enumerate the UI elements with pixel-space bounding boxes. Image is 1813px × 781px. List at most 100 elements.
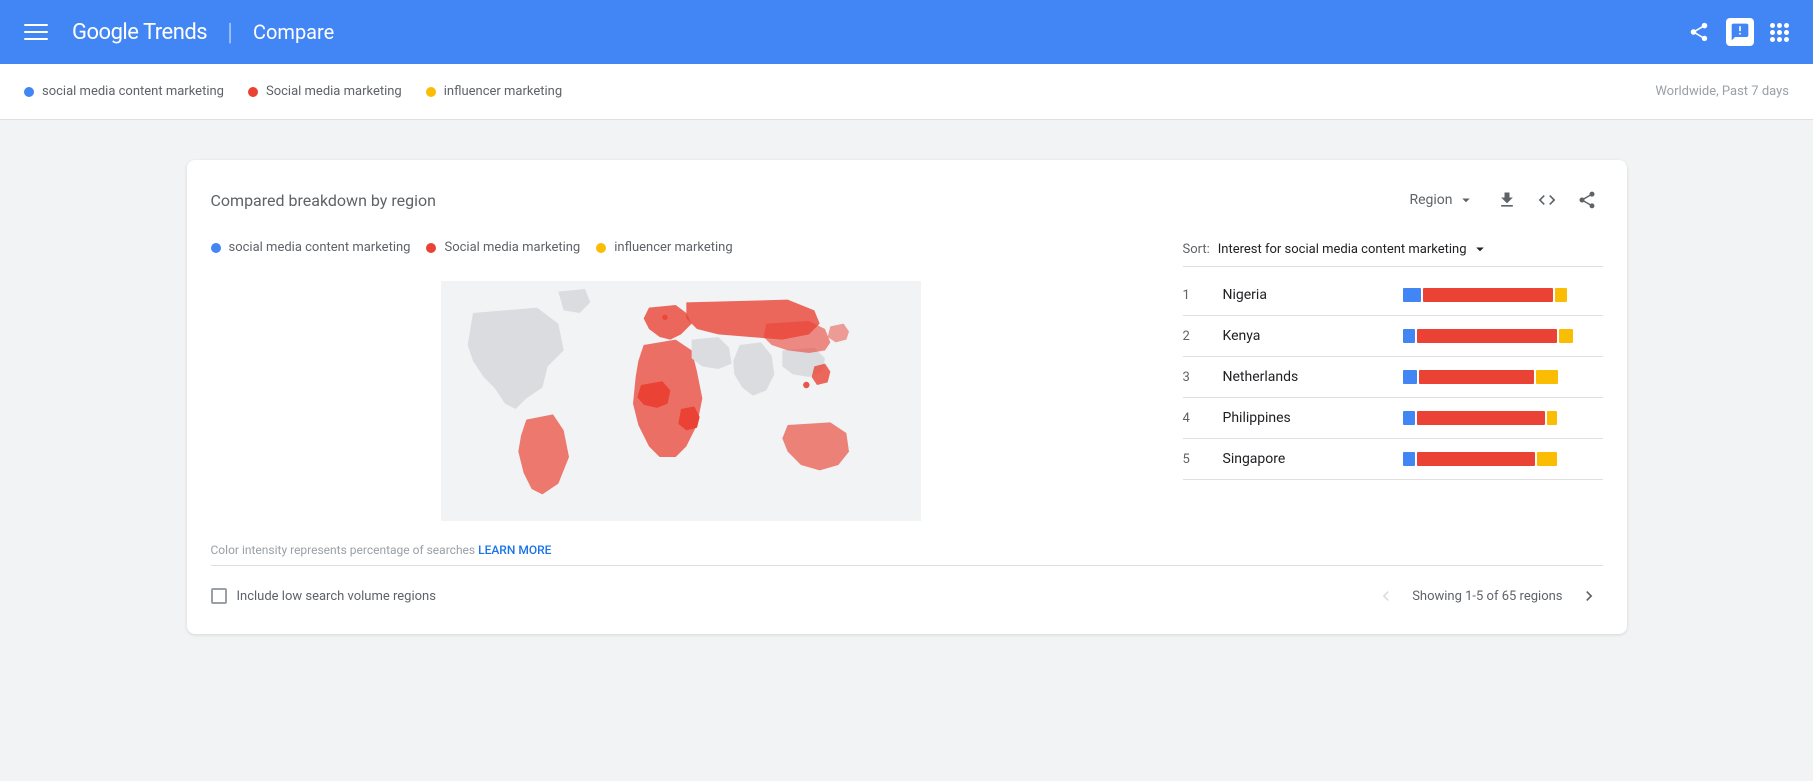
country-name: Kenya [1223, 328, 1387, 344]
sort-chevron-icon [1471, 240, 1489, 258]
bar-segment-yellow [1547, 411, 1557, 425]
code-icon [1537, 190, 1557, 210]
map-legend-dot-3 [596, 243, 606, 253]
bar-segment-yellow [1536, 370, 1558, 384]
next-page-button[interactable] [1575, 582, 1603, 610]
bar-segment-blue [1403, 329, 1415, 343]
bar-chart-row [1403, 288, 1603, 302]
header-actions [1680, 13, 1797, 51]
world-map[interactable] [211, 271, 1151, 531]
rank-number: 3 [1183, 370, 1207, 385]
card-header: Compared breakdown by region Region [211, 184, 1603, 216]
card-footer: Include low search volume regions Showin… [211, 565, 1603, 610]
apps-button[interactable] [1762, 15, 1797, 50]
feedback-button[interactable] [1726, 18, 1754, 46]
bar-chart-row [1403, 370, 1603, 384]
rank-number: 1 [1183, 288, 1207, 303]
country-name: Netherlands [1223, 369, 1387, 385]
header-divider: | [227, 18, 233, 46]
legend-item-3: influencer marketing [426, 84, 562, 99]
sort-value: Interest for social media content market… [1218, 242, 1467, 257]
sort-label: Sort: [1183, 242, 1210, 257]
map-note: Color intensity represents percentage of… [211, 543, 1151, 557]
right-panel: Sort: Interest for social media content … [1183, 240, 1603, 557]
country-name: Singapore [1223, 451, 1387, 467]
bar-segment-red [1417, 411, 1545, 425]
rank-number: 4 [1183, 411, 1207, 426]
bar-segment-yellow [1555, 288, 1567, 302]
legend-dot-3 [426, 87, 436, 97]
table-row: 5 Singapore [1183, 439, 1603, 480]
table-row: 1 Nigeria [1183, 275, 1603, 316]
map-legend-item-2: Social media marketing [426, 240, 580, 255]
map-legend-label-1: social media content marketing [229, 240, 411, 255]
bar-segment-red [1417, 452, 1535, 466]
bar-segment-red [1419, 370, 1534, 384]
map-legend: social media content marketing Social me… [211, 240, 1151, 255]
bar-segment-blue [1403, 411, 1415, 425]
table-row: 4 Philippines [1183, 398, 1603, 439]
download-icon [1497, 190, 1517, 210]
bar-segment-yellow [1537, 452, 1557, 466]
app-logo: Google Trends [72, 20, 207, 45]
embed-button[interactable] [1531, 184, 1563, 216]
legend-dot-1 [24, 87, 34, 97]
bar-segment-blue [1403, 370, 1417, 384]
grid-icon [1770, 23, 1789, 42]
map-legend-dot-2 [426, 243, 436, 253]
table-row: 3 Netherlands [1183, 357, 1603, 398]
legend-label-3: influencer marketing [444, 84, 562, 99]
bar-chart-row [1403, 329, 1603, 343]
download-button[interactable] [1491, 184, 1523, 216]
map-legend-label-2: Social media marketing [444, 240, 580, 255]
country-name: Nigeria [1223, 287, 1387, 303]
country-name: Philippines [1223, 410, 1387, 426]
bar-segment-red [1417, 329, 1557, 343]
app-header: Google Trends | Compare [0, 0, 1813, 64]
rank-table: 1 Nigeria 2 Kenya [1183, 275, 1603, 480]
share-button[interactable] [1680, 13, 1718, 51]
card-controls: Region [1401, 184, 1602, 216]
bar-chart-row [1403, 452, 1603, 466]
pagination: Showing 1-5 of 65 regions [1372, 582, 1602, 610]
chevron-right-icon [1579, 586, 1599, 606]
sort-row: Sort: Interest for social media content … [1183, 240, 1603, 267]
share-icon [1577, 190, 1597, 210]
map-legend-item-1: social media content marketing [211, 240, 411, 255]
checkbox-row[interactable]: Include low search volume regions [211, 588, 436, 604]
legend-dot-2 [248, 87, 258, 97]
map-legend-item-3: influencer marketing [596, 240, 732, 255]
share-card-button[interactable] [1571, 184, 1603, 216]
bar-segment-yellow [1559, 329, 1573, 343]
region-dropdown-label: Region [1409, 192, 1452, 208]
prev-page-button[interactable] [1372, 582, 1400, 610]
main-content: Compared breakdown by region Region [0, 120, 1813, 658]
card-title: Compared breakdown by region [211, 191, 436, 210]
legend-label-1: social media content marketing [42, 84, 224, 99]
checkbox-label: Include low search volume regions [237, 589, 436, 604]
table-row: 2 Kenya [1183, 316, 1603, 357]
learn-more-link[interactable]: LEARN MORE [478, 543, 551, 557]
rank-number: 2 [1183, 329, 1207, 344]
map-svg [431, 281, 931, 521]
chevron-down-icon [1457, 191, 1475, 209]
bar-segment-red [1423, 288, 1553, 302]
menu-button[interactable] [16, 12, 56, 52]
page-title: Compare [253, 20, 334, 44]
card-body: social media content marketing Social me… [211, 240, 1603, 557]
sort-dropdown[interactable]: Interest for social media content market… [1218, 240, 1489, 258]
region-time-label: Worldwide, Past 7 days [1655, 84, 1789, 99]
bar-segment-blue [1403, 452, 1415, 466]
legend-item-1: social media content marketing [24, 84, 224, 99]
left-panel: social media content marketing Social me… [211, 240, 1151, 557]
rank-number: 5 [1183, 452, 1207, 467]
chevron-left-icon [1376, 586, 1396, 606]
low-volume-checkbox[interactable] [211, 588, 227, 604]
region-dropdown[interactable]: Region [1401, 185, 1482, 215]
legend-label-2: Social media marketing [266, 84, 402, 99]
bar-chart-row [1403, 411, 1603, 425]
map-legend-label-3: influencer marketing [614, 240, 732, 255]
bar-segment-blue [1403, 288, 1421, 302]
map-legend-dot-1 [211, 243, 221, 253]
breakdown-card: Compared breakdown by region Region [187, 160, 1627, 634]
